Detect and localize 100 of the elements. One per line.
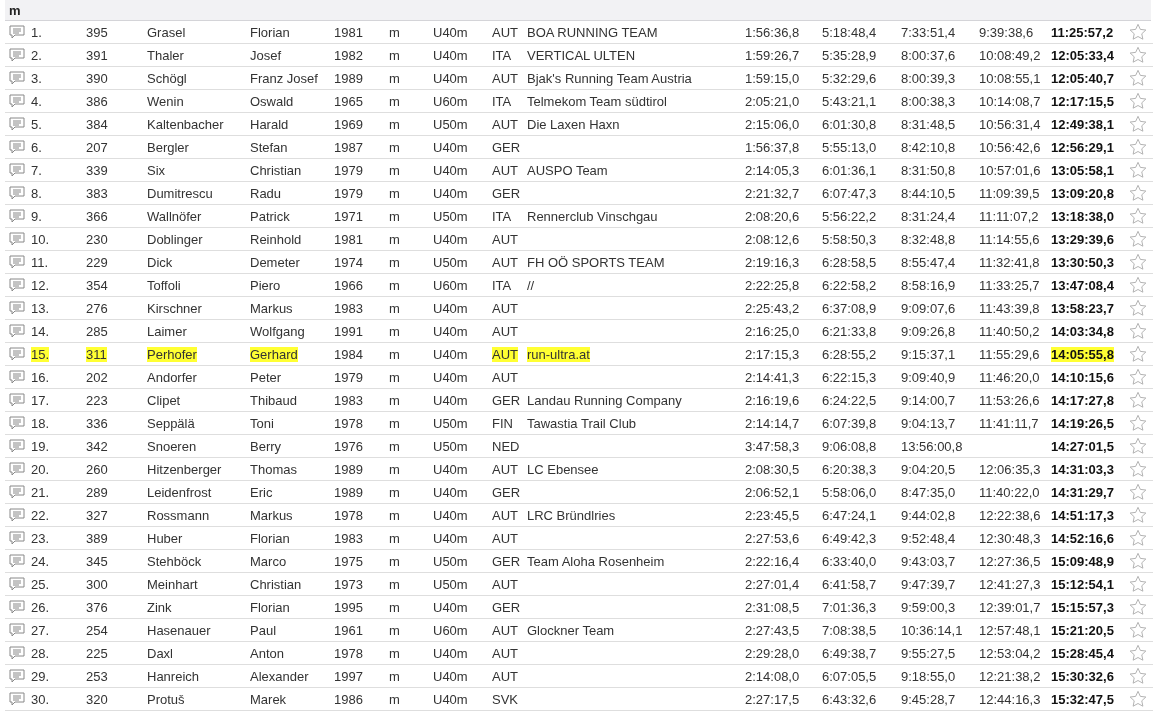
star-icon[interactable] (1129, 391, 1147, 409)
star-icon[interactable] (1129, 506, 1147, 524)
star-icon[interactable] (1129, 253, 1147, 271)
comment-icon[interactable] (9, 25, 25, 39)
star-icon[interactable] (1129, 322, 1147, 340)
comment-icon[interactable] (9, 71, 25, 85)
comment-icon[interactable] (9, 508, 25, 522)
split-time: 1:59:15,0 (745, 70, 800, 86)
comment-icon[interactable] (9, 600, 25, 614)
star-icon[interactable] (1129, 552, 1147, 570)
star-icon[interactable] (1129, 621, 1147, 639)
comment-icon[interactable] (9, 623, 25, 637)
birth-year: 1978 (334, 645, 363, 661)
star-icon[interactable] (1129, 230, 1147, 248)
star-icon[interactable] (1129, 414, 1147, 432)
star-icon[interactable] (1129, 460, 1147, 478)
comment-icon[interactable] (9, 577, 25, 591)
star-icon[interactable] (1129, 483, 1147, 501)
comment-icon[interactable] (9, 94, 25, 108)
rank-cell: 25. (31, 576, 50, 592)
split-time: 7:01:36,3 (822, 599, 877, 615)
star-icon[interactable] (1129, 575, 1147, 593)
last-name: Doblinger (147, 231, 203, 247)
star-icon[interactable] (1129, 437, 1147, 455)
comment-icon[interactable] (9, 485, 25, 499)
bib-number: 391 (86, 47, 108, 63)
comment-icon[interactable] (9, 209, 25, 223)
category-cell: U50m (433, 254, 468, 270)
comment-icon[interactable] (9, 301, 25, 315)
comment-icon[interactable] (9, 48, 25, 62)
comment-icon[interactable] (9, 439, 25, 453)
star-icon[interactable] (1129, 23, 1147, 41)
comment-icon[interactable] (9, 669, 25, 683)
sex-cell: m (389, 392, 400, 408)
split-time: 13:56:00,8 (901, 438, 963, 454)
birth-year: 1986 (334, 691, 363, 707)
comment-icon[interactable] (9, 324, 25, 338)
rank-cell: 22. (31, 507, 50, 523)
star-icon[interactable] (1129, 299, 1147, 317)
star-icon[interactable] (1129, 368, 1147, 386)
sex-cell: m (389, 530, 400, 546)
category-cell: U50m (433, 415, 468, 431)
star-icon[interactable] (1129, 529, 1147, 547)
club-name: // (527, 277, 535, 293)
sex-cell: m (389, 553, 400, 569)
star-icon[interactable] (1129, 644, 1147, 662)
star-icon[interactable] (1129, 115, 1147, 133)
star-icon[interactable] (1129, 207, 1147, 225)
star-icon[interactable] (1129, 138, 1147, 156)
split-time: 11:11:07,2 (979, 208, 1039, 224)
star-icon[interactable] (1129, 92, 1147, 110)
sex-cell: m (389, 622, 400, 638)
first-name: Demeter (250, 254, 300, 270)
star-icon[interactable] (1129, 46, 1147, 64)
comment-icon[interactable] (9, 416, 25, 430)
final-time: 14:27:01,5 (1051, 438, 1114, 454)
category-cell: U40m (433, 162, 468, 178)
split-time: 8:31:24,4 (901, 208, 956, 224)
comment-icon[interactable] (9, 232, 25, 246)
birth-year: 1997 (334, 668, 363, 684)
split-time: 1:56:37,8 (745, 139, 800, 155)
rank-cell: 1. (31, 24, 42, 40)
star-icon[interactable] (1129, 690, 1147, 708)
split-time: 12:39:01,7 (979, 599, 1041, 615)
comment-icon[interactable] (9, 278, 25, 292)
comment-icon[interactable] (9, 347, 25, 361)
bib-number: 254 (86, 622, 108, 638)
bib-number: 311 (86, 346, 107, 362)
split-time: 12:53:04,2 (979, 645, 1041, 661)
split-time: 8:47:35,0 (901, 484, 956, 500)
comment-icon[interactable] (9, 554, 25, 568)
star-icon[interactable] (1129, 598, 1147, 616)
category-cell: U60m (433, 93, 468, 109)
star-icon[interactable] (1129, 161, 1147, 179)
comment-icon[interactable] (9, 646, 25, 660)
comment-icon[interactable] (9, 186, 25, 200)
comment-icon[interactable] (9, 163, 25, 177)
comment-icon[interactable] (9, 140, 25, 154)
comment-icon[interactable] (9, 117, 25, 131)
star-icon[interactable] (1129, 667, 1147, 685)
star-icon[interactable] (1129, 184, 1147, 202)
comment-icon[interactable] (9, 393, 25, 407)
split-time: 5:56:22,2 (822, 208, 877, 224)
comment-icon[interactable] (9, 462, 25, 476)
rank-cell: 12. (31, 277, 50, 293)
star-icon[interactable] (1129, 276, 1147, 294)
sex-cell: m (389, 645, 400, 661)
bib-number: 320 (86, 691, 108, 707)
comment-icon[interactable] (9, 370, 25, 384)
category-cell: U40m (433, 300, 468, 316)
star-icon[interactable] (1129, 69, 1147, 87)
first-name: Gerhard (250, 346, 298, 362)
star-icon[interactable] (1129, 345, 1147, 363)
category-cell: U60m (433, 277, 468, 293)
comment-icon[interactable] (9, 692, 25, 706)
comment-icon[interactable] (9, 255, 25, 269)
nation-code: AUT (492, 346, 518, 362)
split-time: 12:57:48,1 (979, 622, 1041, 638)
comment-icon[interactable] (9, 531, 25, 545)
bib-number: 339 (86, 162, 108, 178)
